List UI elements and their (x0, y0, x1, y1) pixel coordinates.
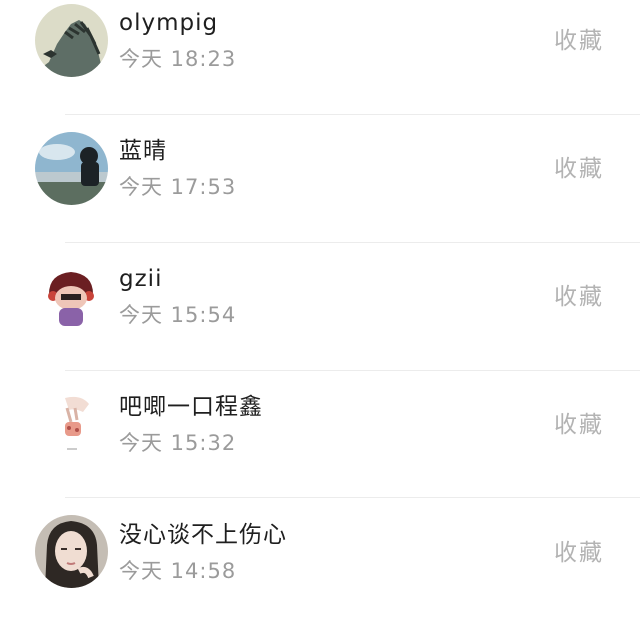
lake-sky-avatar-icon[interactable] (35, 132, 108, 205)
user-name: olympig (119, 10, 219, 36)
list-item[interactable]: 没心谈不上伤心 今天 14:58 收藏 (0, 512, 640, 640)
divider (65, 370, 640, 371)
user-name: gzii (119, 266, 163, 292)
hand-holding-treat-avatar-icon[interactable] (35, 388, 108, 461)
favorite-button[interactable]: 收藏 (554, 539, 604, 567)
list-item[interactable]: 蓝晴 今天 17:53 收藏 (0, 128, 640, 256)
user-name: 吧唧一口程鑫 (119, 394, 263, 420)
list-item[interactable]: 吧唧一口程鑫 今天 15:32 收藏 (0, 384, 640, 512)
timestamp: 今天 14:58 (119, 559, 237, 583)
timestamp: 今天 15:54 (119, 303, 237, 327)
favorite-button[interactable]: 收藏 (554, 411, 604, 439)
favorite-button[interactable]: 收藏 (554, 155, 604, 183)
timestamp: 今天 15:32 (119, 431, 237, 455)
list-item[interactable]: olympig 今天 18:23 收藏 (0, 0, 640, 128)
favorite-button[interactable]: 收藏 (554, 27, 604, 55)
divider (65, 497, 640, 498)
timestamp: 今天 17:53 (119, 175, 237, 199)
favorites-list: olympig 今天 18:23 收藏 蓝晴 今天 17:53 收藏 gzii … (0, 0, 640, 598)
divider (65, 242, 640, 243)
favorite-button[interactable]: 收藏 (554, 283, 604, 311)
user-name: 没心谈不上伤心 (119, 522, 287, 548)
user-name: 蓝晴 (119, 138, 167, 164)
zebra-avatar-icon[interactable] (35, 4, 108, 77)
timestamp: 今天 18:23 (119, 47, 237, 71)
divider (65, 114, 640, 115)
cartoon-character-avatar-icon[interactable] (35, 260, 108, 333)
list-item[interactable]: gzii 今天 15:54 收藏 (0, 256, 640, 384)
girl-portrait-avatar-icon[interactable] (35, 515, 108, 588)
